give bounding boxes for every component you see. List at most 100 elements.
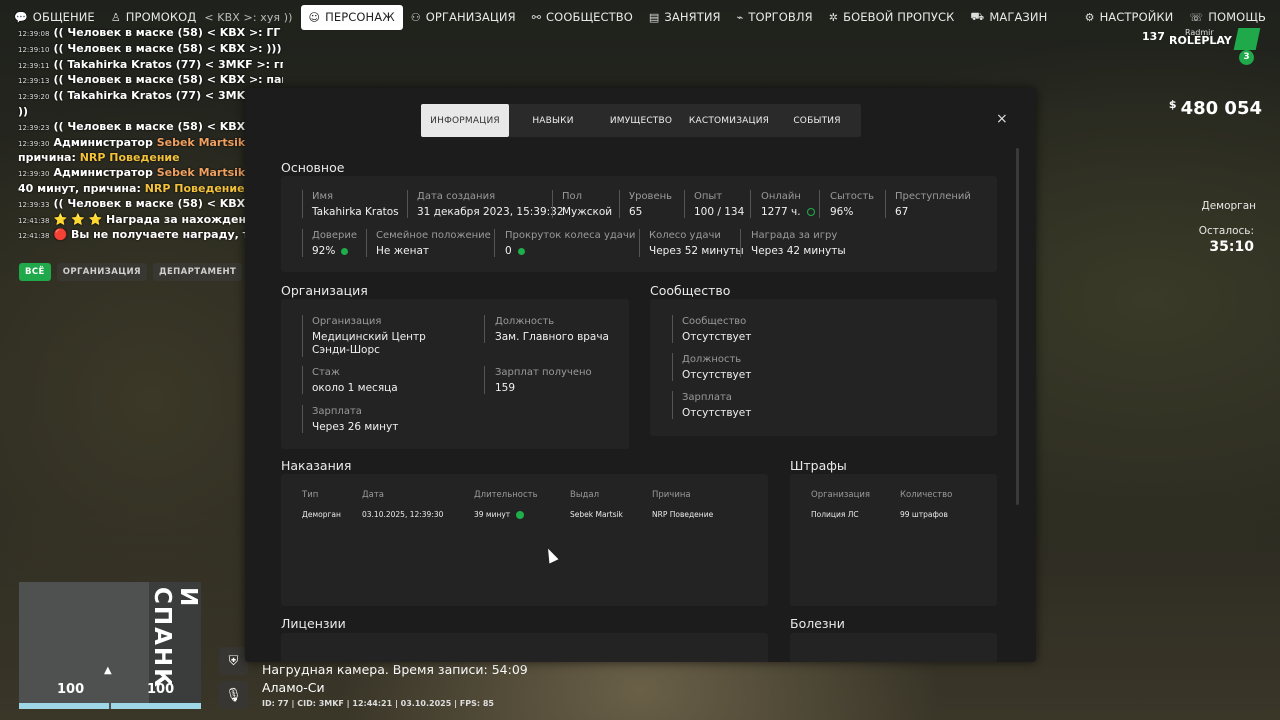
field-crimes: Преступлений 67 (895, 191, 971, 218)
chat-admin-line: 12:39:30Администратор Sebek Martsik по (18, 135, 264, 149)
trust-status-icon (341, 247, 349, 255)
tab-events[interactable]: СОБЫТИЯ (773, 104, 861, 137)
chat-filter-all[interactable]: ВСЁ (19, 263, 51, 281)
tab-property[interactable]: ИМУЩЕСТВО (597, 104, 685, 137)
field-gender: Пол Мужской (562, 191, 613, 218)
close-icon[interactable]: × (996, 111, 1008, 127)
field-marital: Семейное положение Не женат (376, 230, 491, 257)
section-basic-title: Основное (281, 160, 345, 175)
chat-filter-org[interactable]: ОРГАНИЗАЦИЯ (56, 263, 147, 281)
nav-battlepass[interactable]: ✲ БОЕВОЙ ПРОПУСК (821, 5, 963, 30)
field-community-salary: Зарплата Отсутствует (682, 392, 752, 419)
section-fines-title: Штрафы (790, 458, 847, 473)
nav-help[interactable]: ☏ ПОМОЩЬ (1181, 5, 1274, 30)
punish-header-issuer: Выдал (570, 490, 600, 500)
nav-trade[interactable]: ⌁ ТОРГОВЛЯ (729, 5, 821, 30)
user-icon: ♙ (110, 10, 121, 24)
help-icon: ☏ (1189, 10, 1204, 24)
health-value: 100 (57, 682, 85, 697)
activity-icon: ▤ (648, 10, 660, 24)
fines-table: Организация Количество Полиция ЛС 99 штр… (790, 474, 997, 606)
chart-icon: ⌁ (736, 10, 744, 24)
chat-filters: ВСЁ ОРГАНИЗАЦИЯ ДЕПАРТАМЕНТ (19, 263, 243, 281)
field-org-exp: Стаж около 1 месяца (312, 367, 398, 394)
bodycam-status: Нагрудная камера. Время записи: 54:09 (262, 662, 528, 677)
tab-customization[interactable]: КАСТОМИЗАЦИЯ (685, 104, 773, 137)
chat-line: 12:39:10(( Человек в маске (58) < KBX >:… (18, 41, 283, 55)
spins-status-icon (517, 247, 525, 255)
section-org-title: Организация (281, 283, 368, 298)
field-wheel-spins: Прокруток колеса удачи 0 (505, 230, 636, 257)
chat-log: 12:39:08(( Человек в маске (58) < KBX >:… (18, 26, 283, 244)
chat-reward-line: 12:41:38 ⭐ ⭐ ⭐ Награда за нахожден (18, 212, 247, 226)
field-exp: Опыт 100 / 134 (694, 191, 745, 218)
money-display: $480 054 (1168, 98, 1262, 119)
chat-admin-line: 12:39:30Администратор Sebek Martsik по (18, 166, 264, 180)
field-org-name: Организация Медицинский Центр Сэнди-Шорс (312, 316, 426, 356)
armor-value: 100 (147, 682, 175, 697)
chat-line: 12:39:33(( Человек в маске (58) < KBX >:… (18, 196, 272, 210)
field-org-salaries: Зарплат получено 159 (495, 367, 592, 394)
field-wheel: Колесо удачи Через 52 минуты (649, 230, 744, 257)
gear-icon: ✲ (828, 10, 839, 24)
nav-settings[interactable]: ⚙ НАСТРОЙКИ (1077, 5, 1182, 30)
person-icon: ☺ (308, 10, 321, 24)
settings-gear-icon: ⚙ (1084, 10, 1095, 24)
chat-admin-line-cont: 40 минут, причина: NRP Поведение (18, 181, 245, 195)
nav-activities[interactable]: ▤ ЗАНЯТИЯ (641, 5, 729, 30)
nav-character[interactable]: ☺ ПЕРСОНАЖ (300, 4, 403, 30)
chat-overlap-text: < KBX >: хуя )) (204, 10, 293, 24)
session-info: ID: 77 | CID: 3MKF | 12:44:21 | 03.10.20… (262, 699, 494, 708)
field-community-post: Должность Отсутствует (682, 354, 752, 381)
field-org-salary: Зарплата Через 26 минут (312, 406, 399, 433)
field-community-name: Сообщество Отсутствует (682, 316, 752, 343)
chat-admin-line-cont: причина: NRP Поведение (18, 151, 180, 165)
punish-table: Тип Дата Длительность Выдал Причина Демо… (281, 474, 768, 606)
punish-header-duration: Длительность (474, 490, 538, 500)
chat-line: 12:39:13(( Человек в маске (58) < KBX >:… (18, 73, 283, 87)
field-org-post: Должность Зам. Главного врача (495, 316, 609, 343)
online-status-icon (806, 208, 815, 216)
minimap: И СПАНК ▲ 100 100 (19, 582, 201, 709)
cart-icon: ⛟ (970, 9, 985, 23)
status-bars (19, 703, 201, 709)
location-name: Аламо-Си (262, 680, 325, 695)
section-punish-title: Наказания (281, 458, 352, 473)
duration-status-icon (516, 511, 525, 519)
nav-organization[interactable]: ⚇ ОРГАНИЗАЦИЯ (403, 5, 524, 30)
chat-line: 12:39:20(( Takahirka Kratos (77) < 3MKF … (18, 89, 271, 103)
server-logo: Radmir ROLEPLAY 3 (1157, 28, 1262, 68)
character-modal: ИНФОРМАЦИЯ НАВЫКИ ИМУЩЕСТВО КАСТОМИЗАЦИЯ… (245, 88, 1036, 662)
field-name: Имя Takahirka Kratos (312, 191, 399, 218)
punish-header-type: Тип (302, 490, 319, 500)
nav-community[interactable]: ⚯ СООБЩЕСТВО (524, 5, 641, 30)
field-level: Уровень 65 (629, 191, 673, 218)
section-community-title: Сообщество (650, 283, 731, 298)
modal-tabs: ИНФОРМАЦИЯ НАВЫКИ ИМУЩЕСТВО КАСТОМИЗАЦИЯ… (421, 104, 861, 137)
fines-header-count: Количество (900, 490, 953, 500)
nav-shop[interactable]: ⛟ МАГАЗИН (962, 5, 1055, 30)
chat-line: 12:39:23(( Человек в маске (58) < KBX >:… (18, 119, 276, 133)
community-card: Сообщество Отсутствует Должность Отсутству… (650, 299, 997, 436)
chat-filter-dept[interactable]: ДЕПАРТАМЕНТ (152, 263, 243, 281)
org-card: Организация Медицинский Центр Сэнди-Шорс … (281, 299, 629, 449)
diseases-card (790, 633, 997, 662)
section-licenses-title: Лицензии (281, 616, 346, 631)
tab-info[interactable]: ИНФОРМАЦИЯ (421, 104, 509, 137)
shield-icon: ⛨ (219, 647, 248, 675)
punish-header-reason: Причина (652, 490, 691, 500)
chat-line: 12:39:08(( Человек в маске (58) < KBX >:… (18, 26, 283, 39)
modal-scrollbar[interactable] (1016, 148, 1019, 505)
remaining-time: 35:10 (1209, 239, 1254, 255)
field-trust: Доверие 92% (312, 230, 357, 257)
tab-skills[interactable]: НАВЫКИ (509, 104, 597, 137)
section-diseases-title: Болезни (790, 616, 845, 631)
field-created: Дата создания 31 декабря 2023, 15:39:32 (417, 191, 564, 218)
fines-header-org: Организация (811, 490, 870, 500)
microphone-icon: 🎙 (219, 681, 248, 709)
status-label: Деморган (1201, 200, 1257, 212)
remaining-label: Осталось: (1198, 225, 1254, 237)
field-satiety: Сытость 96% (830, 191, 875, 218)
chat-noreward-line: 12:41:38 🔴 Вы не получаете награду, та (18, 228, 257, 242)
org-icon: ⚇ (410, 10, 421, 24)
